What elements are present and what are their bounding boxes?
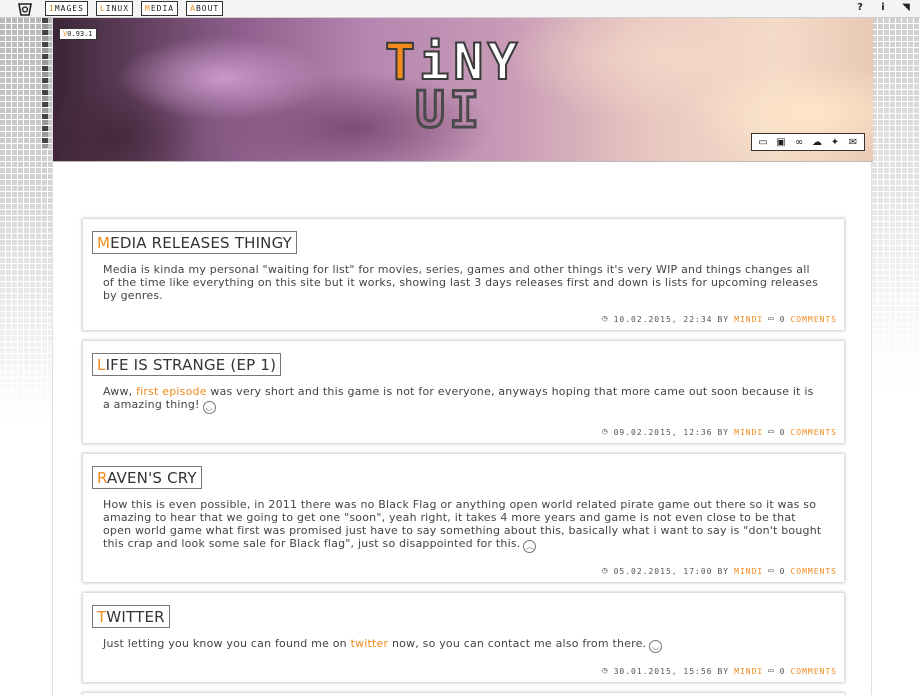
rss-icon[interactable]: ◥ bbox=[900, 2, 912, 13]
help-icon[interactable]: ? bbox=[854, 2, 866, 13]
comments-link[interactable]: COMMENTS bbox=[790, 315, 837, 324]
left-pixel-strip bbox=[42, 18, 48, 148]
comments-link[interactable]: COMMENTS bbox=[790, 428, 837, 437]
post-title[interactable]: RAVEN'S CRY bbox=[92, 466, 202, 489]
nav-linux[interactable]: LINUX bbox=[95, 1, 134, 16]
nav-about[interactable]: ABOUT bbox=[186, 1, 224, 16]
post-card: MEDIA RELEASES THINGY Media is kinda my … bbox=[83, 219, 844, 330]
comments-count: 0 bbox=[779, 427, 786, 437]
post-author[interactable]: MINDI bbox=[734, 315, 763, 324]
post-by: BY bbox=[717, 666, 730, 676]
post-body: Media is kinda my personal "waiting for … bbox=[103, 263, 819, 302]
post-body: How this is even possible, in 2011 there… bbox=[103, 498, 822, 553]
logo-line-ui: UI bbox=[414, 81, 484, 139]
mail-icon[interactable]: ✉ bbox=[847, 137, 859, 148]
post-title[interactable]: MEDIA RELEASES THINGY bbox=[92, 231, 298, 254]
smile-icon: ◡ bbox=[649, 640, 663, 653]
site-logo[interactable]: TiNY UI bbox=[384, 33, 545, 139]
post-link[interactable]: first episode bbox=[136, 385, 207, 398]
header-banner: V0.93.1 TiNY UI ▭ ▣ ∞ ☁ ✦ ✉ bbox=[53, 18, 873, 161]
post-meta: ◷ 09.02.2015, 12:36 BY MINDI ▭ 0 COMMENT… bbox=[602, 427, 837, 437]
banner-divider bbox=[53, 161, 873, 162]
post-by: BY bbox=[717, 566, 730, 576]
nav-media[interactable]: MEDIA bbox=[141, 1, 179, 16]
post-author[interactable]: MINDI bbox=[734, 428, 763, 437]
nav-images[interactable]: IMAGES bbox=[45, 1, 88, 16]
comment-icon: ▭ bbox=[768, 427, 775, 437]
soundcloud-icon[interactable]: ☁ bbox=[811, 137, 823, 148]
post-title[interactable]: LIFE IS STRANGE (EP 1) bbox=[92, 353, 282, 376]
clock-icon: ◷ bbox=[602, 666, 609, 676]
post-meta: ◷ 05.02.2015, 17:00 BY MINDI ▭ 0 COMMENT… bbox=[602, 566, 837, 576]
main-column: V0.93.1 TiNY UI ▭ ▣ ∞ ☁ ✦ ✉ MEDIA RELEAS… bbox=[52, 18, 873, 695]
comments-link[interactable]: COMMENTS bbox=[790, 567, 837, 576]
twitter-icon[interactable]: ✦ bbox=[829, 137, 841, 148]
comments-count: 0 bbox=[779, 566, 786, 576]
comments-count: 0 bbox=[779, 666, 786, 676]
post-date: 05.02.2015, 17:00 bbox=[613, 566, 713, 576]
steam-icon[interactable]: ∞ bbox=[793, 137, 805, 148]
post-author[interactable]: MINDI bbox=[734, 567, 763, 576]
post-card: RAVEN'S CRY How this is even possible, i… bbox=[83, 454, 844, 582]
post-body: Just letting you know you can found me o… bbox=[103, 637, 824, 653]
post-card: LIFE IS STRANGE (EP 1) Aww, first episod… bbox=[83, 341, 844, 443]
social-links: ▭ ▣ ∞ ☁ ✦ ✉ bbox=[751, 133, 865, 151]
comment-icon: ▭ bbox=[768, 566, 775, 576]
frown-icon: ︵ bbox=[523, 540, 537, 553]
right-pixel-background bbox=[872, 18, 920, 695]
clock-icon: ◷ bbox=[602, 427, 609, 437]
comment-icon: ▭ bbox=[768, 666, 775, 676]
logo-line-tiny: TiNY bbox=[384, 33, 522, 91]
smile-icon: ◡ bbox=[202, 401, 216, 414]
twitter-link[interactable]: twitter bbox=[351, 637, 389, 650]
comment-icon: ▭ bbox=[768, 314, 775, 324]
post-card: TWITTER Just letting you know you can fo… bbox=[83, 593, 844, 682]
comments-link[interactable]: COMMENTS bbox=[790, 667, 837, 676]
post-by: BY bbox=[717, 427, 730, 437]
comments-count: 0 bbox=[779, 314, 786, 324]
post-by: BY bbox=[717, 314, 730, 324]
post-date: 30.01.2015, 15:56 bbox=[613, 666, 713, 676]
info-icon[interactable]: i bbox=[877, 2, 889, 13]
post-title[interactable]: TWITTER bbox=[92, 605, 170, 628]
top-right-icons: ? i ◥ bbox=[854, 2, 912, 13]
post-meta: ◷ 30.01.2015, 15:56 BY MINDI ▭ 0 COMMENT… bbox=[602, 666, 837, 676]
clock-icon: ◷ bbox=[602, 314, 609, 324]
chat-icon[interactable]: ▭ bbox=[757, 137, 769, 148]
main-nav: IMAGES LINUX MEDIA ABOUT bbox=[45, 1, 224, 16]
youtube-icon[interactable]: ▣ bbox=[775, 137, 787, 148]
post-author[interactable]: MINDI bbox=[734, 667, 763, 676]
version-badge: V0.93.1 bbox=[59, 28, 97, 40]
post-body: Aww, first episode was very short and th… bbox=[103, 385, 814, 414]
tinyui-logo-icon[interactable] bbox=[16, 2, 34, 17]
top-bar: IMAGES LINUX MEDIA ABOUT ? i ◥ bbox=[0, 0, 920, 18]
post-meta: ◷ 10.02.2015, 22:34 BY MINDI ▭ 0 COMMENT… bbox=[602, 314, 837, 324]
clock-icon: ◷ bbox=[602, 566, 609, 576]
post-date: 10.02.2015, 22:34 bbox=[613, 314, 713, 324]
post-date: 09.02.2015, 12:36 bbox=[613, 427, 713, 437]
